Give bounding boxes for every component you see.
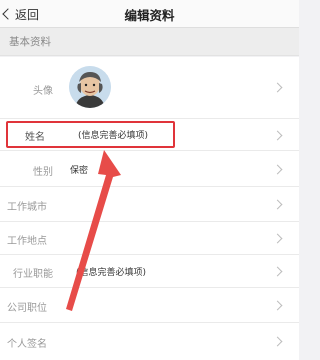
row-industry-function[interactable]: 行业职能 (信息完善必填项)	[0, 255, 299, 288]
row-company-position[interactable]: 公司职位	[0, 288, 299, 323]
chevron-right-icon	[272, 233, 283, 244]
navigation-bar: 返回 编辑资料	[0, 0, 299, 28]
row-label-avatar: 头像	[33, 86, 53, 97]
row-gender[interactable]: 性别 保密	[0, 151, 299, 187]
avatar-illustration-icon	[69, 66, 111, 108]
chevron-right-icon	[272, 130, 283, 141]
page-title: 编辑资料	[124, 8, 175, 23]
chevron-right-icon	[272, 300, 283, 311]
row-label-name: 姓名	[25, 132, 45, 143]
row-value-industry-function: (信息完善必填项)	[76, 268, 147, 278]
row-label-signature: 个人签名	[7, 339, 47, 350]
row-value-name: (信息完善必填项)	[78, 131, 149, 141]
row-label-work-location: 工作地点	[7, 236, 47, 247]
section-header-basic-info: 基本资料	[0, 28, 299, 56]
chevron-right-icon	[272, 199, 283, 210]
row-label-company-position: 公司职位	[7, 303, 47, 314]
row-value-gender: 保密	[70, 166, 89, 176]
avatar[interactable]	[69, 66, 111, 108]
row-label-work-city: 工作城市	[7, 202, 47, 213]
chevron-right-icon	[272, 336, 283, 347]
row-name[interactable]: 姓名 (信息完善必填项)	[0, 119, 299, 151]
chevron-right-icon	[272, 82, 283, 93]
row-work-city[interactable]: 工作城市	[0, 187, 299, 222]
row-label-industry-function: 行业职能	[13, 269, 53, 280]
row-avatar[interactable]: 头像	[0, 57, 299, 119]
row-label-gender: 性别	[33, 167, 53, 178]
chevron-right-icon	[272, 164, 283, 175]
row-work-location[interactable]: 工作地点	[0, 222, 299, 255]
chevron-right-icon	[272, 266, 283, 277]
row-signature[interactable]: 个人签名	[0, 323, 299, 360]
